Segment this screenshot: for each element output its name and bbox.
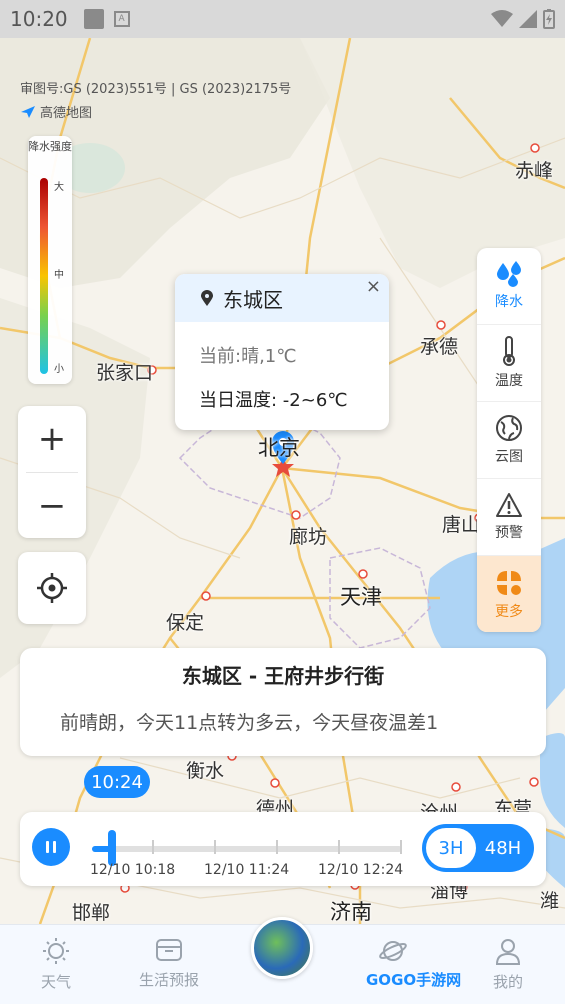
timeline-label: 12/10 11:24: [204, 862, 290, 878]
range-toggle: 3H 48H: [422, 824, 534, 872]
city-label: 张家口: [96, 362, 154, 384]
globe-icon: [496, 415, 522, 441]
layer-cloud-label: 云图: [495, 449, 523, 465]
crosshair-icon: [37, 573, 67, 603]
city-label: 唐山: [442, 514, 481, 536]
nav-life-forecast[interactable]: 生活预报: [124, 937, 214, 990]
notification-icon: [83, 9, 104, 29]
popup-district: 东城区: [223, 287, 283, 312]
nav-planet[interactable]: [348, 937, 438, 971]
location-info-card[interactable]: 东城区 - 王府井步行街 前晴朗，今天11点转为多云，今天昼夜温差1: [20, 648, 546, 756]
city-label: 潍: [540, 890, 560, 912]
status-bar: 10:20 A: [0, 0, 565, 38]
wifi-icon: [491, 10, 513, 27]
sun-icon: [43, 938, 69, 964]
locate-button[interactable]: [18, 552, 86, 624]
timeline-tick: [338, 840, 340, 854]
popup-current-weather: 当前:晴,1℃: [199, 346, 297, 367]
rain-drops-icon: [497, 261, 521, 287]
city-label: 天津: [340, 585, 382, 609]
weather-map[interactable]: 赤峰 承德 张家口 北京 廊坊 唐山 天津 保定 衡水 德州 沧州 东营 邯郸 …: [0, 38, 565, 924]
bottom-nav: 天气 生活预报 我的 GOGO手游网: [0, 917, 565, 1004]
city-label: 济南: [330, 900, 372, 924]
layer-temperature-label: 温度: [495, 373, 523, 389]
layer-more[interactable]: 更多: [477, 556, 541, 632]
layer-cloud[interactable]: 云图: [477, 402, 541, 479]
city-label: 衡水: [186, 760, 225, 782]
timeline-label: 12/10 10:18: [90, 862, 176, 878]
precipitation-legend: 降水强度 大 中 小: [28, 136, 72, 384]
signal-icon: [519, 10, 537, 28]
nav-weather-label: 天气: [40, 973, 71, 991]
folder-icon: [156, 939, 182, 961]
nav-map-radar-button[interactable]: [251, 917, 313, 979]
city-label: 邯郸: [72, 902, 111, 924]
layer-panel: 降水 温度 云图 预警 更多: [477, 248, 541, 632]
nav-profile-label: 我的: [492, 973, 523, 991]
location-title: 东城区 - 王府井步行街: [181, 664, 385, 688]
timeline-tick: [276, 840, 278, 854]
user-icon: [495, 939, 521, 965]
legend-level-high: 大: [54, 182, 64, 193]
timeline-label: 12/10 12:24: [318, 862, 404, 878]
map-provider: 高德地图: [20, 102, 92, 121]
timeline-thumb[interactable]: [108, 830, 116, 866]
legend-title: 降水强度: [28, 140, 72, 153]
forecast-timeline: 12/10 10:18 12/10 11:24 12/10 12:24 3H 4…: [20, 812, 546, 886]
timeline-tick: [214, 840, 216, 854]
map-copyright: 审图号:GS (2023)551号 | GS (2023)2175号: [20, 82, 292, 97]
planet-icon: [379, 941, 407, 961]
city-label: 承德: [420, 336, 459, 358]
map-provider-label: 高德地图: [40, 106, 93, 121]
range-option-3h[interactable]: 3H: [426, 828, 476, 868]
range-option-48h[interactable]: 48H: [476, 828, 530, 868]
zoom-out-button[interactable]: −: [18, 473, 86, 539]
current-time-badge: 10:24: [84, 766, 150, 798]
weather-description: 前晴朗，今天11点转为多云，今天昼夜温差1: [60, 712, 439, 734]
timeline-tick: [400, 840, 402, 854]
app-notification-icon: A: [113, 11, 130, 27]
city-label: 廊坊: [289, 526, 328, 548]
city-label: 北京: [258, 436, 300, 460]
nav-profile[interactable]: 我的: [463, 937, 553, 992]
weather-popup: 东城区 × 当前:晴,1℃ 当日温度: -2~6℃: [175, 274, 389, 430]
thermometer-icon: [503, 336, 515, 366]
location-pin-icon: [201, 290, 213, 306]
battery-icon: [543, 9, 555, 29]
popup-close-button[interactable]: ×: [366, 276, 381, 297]
status-time: 10:20: [10, 7, 68, 31]
zoom-controls: + −: [18, 406, 86, 538]
layer-warning-label: 预警: [495, 525, 523, 541]
popup-header: 东城区: [175, 274, 389, 322]
layer-temperature[interactable]: 温度: [477, 325, 541, 402]
layer-more-label: 更多: [495, 603, 523, 620]
watermark: GOGO手游网: [366, 971, 462, 989]
more-grid-icon: [497, 570, 521, 595]
pause-button[interactable]: [32, 828, 70, 866]
layer-precipitation-label: 降水: [495, 294, 523, 310]
legend-color-bar: [40, 178, 48, 374]
timeline-track[interactable]: [92, 830, 402, 866]
layer-precipitation[interactable]: 降水: [477, 248, 541, 325]
timeline-tick: [152, 840, 154, 854]
legend-level-low: 小: [54, 364, 64, 375]
popup-temperature-range: 当日温度: -2~6℃: [199, 390, 348, 411]
nav-life-forecast-label: 生活预报: [138, 971, 199, 989]
layer-warning[interactable]: 预警: [477, 479, 541, 556]
city-label: 赤峰: [515, 160, 554, 182]
nav-weather[interactable]: 天气: [11, 937, 101, 992]
city-label: 保定: [166, 612, 205, 634]
zoom-in-button[interactable]: +: [18, 406, 86, 472]
warning-icon: [496, 493, 522, 517]
amap-logo-icon: [21, 105, 35, 118]
legend-level-mid: 中: [54, 270, 64, 281]
pause-icon: [46, 841, 56, 853]
